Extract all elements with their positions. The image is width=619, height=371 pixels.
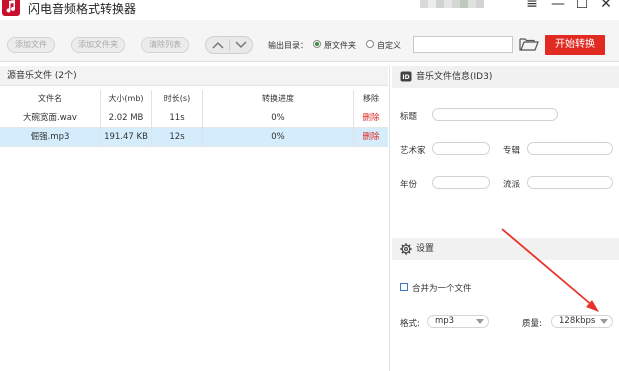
file-size: 2.02 MB xyxy=(108,113,144,123)
column-divider xyxy=(202,90,203,147)
panel-divider xyxy=(389,66,390,371)
blurred-pixel xyxy=(468,0,476,8)
radio-custom-folder-label[interactable]: 自定义 xyxy=(377,40,401,51)
file-duration: 12s xyxy=(169,132,185,142)
toolbar: 添加文件 添加文件夹 清除列表 输出目录： 原文件夹 自定义 开始转换 xyxy=(0,20,619,62)
close-button[interactable]: ✕ xyxy=(596,0,616,12)
artist-field[interactable] xyxy=(432,142,490,155)
blurred-pixel xyxy=(444,0,452,8)
radio-custom-folder[interactable] xyxy=(366,40,374,48)
format-label: 格式: xyxy=(400,319,420,329)
id3-section-header: ID 音乐文件信息(ID3) xyxy=(392,66,619,88)
genre-label: 流派 xyxy=(503,180,521,190)
quality-select[interactable]: 128kbps xyxy=(551,315,613,328)
radio-original-folder[interactable] xyxy=(313,40,321,48)
table-row[interactable]: 倔强.mp3 191.47 KB 12s 0% 删除 xyxy=(0,128,388,147)
file-size: 191.47 KB xyxy=(104,132,148,142)
app-logo-icon xyxy=(2,0,20,16)
blurred-pixel xyxy=(428,0,436,8)
column-divider xyxy=(151,90,152,147)
column-header-size: 大小(mb) xyxy=(108,94,144,103)
delete-link[interactable]: 删除 xyxy=(354,109,388,128)
menu-icon[interactable]: ≡ xyxy=(522,0,542,12)
app-title: 闪电音频格式转换器 xyxy=(28,2,137,16)
quality-label: 质量: xyxy=(522,319,542,329)
minimize-button[interactable]: — xyxy=(548,0,568,12)
column-header-progress: 转换进度 xyxy=(262,94,294,103)
file-name: 倔强.mp3 xyxy=(30,132,70,142)
output-dir-label: 输出目录： xyxy=(268,41,308,50)
start-convert-button[interactable]: 开始转换 xyxy=(545,35,605,55)
column-header-duration: 时长(s) xyxy=(163,94,191,103)
maximize-button[interactable]: ☐ xyxy=(572,0,592,12)
add-file-button[interactable]: 添加文件 xyxy=(7,37,55,53)
blurred-pixel xyxy=(436,0,444,8)
chevron-down-icon xyxy=(600,319,608,324)
format-value: mp3 xyxy=(435,316,455,326)
blurred-pixel xyxy=(420,0,428,8)
radio-original-folder-label[interactable]: 原文件夹 xyxy=(324,40,356,51)
settings-section-title: 设置 xyxy=(416,244,435,254)
blurred-pixel xyxy=(476,0,484,8)
id3-icon: ID xyxy=(400,71,412,82)
divider xyxy=(229,39,230,51)
file-progress: 0% xyxy=(271,113,285,123)
year-field[interactable] xyxy=(432,176,490,189)
output-path-input[interactable] xyxy=(413,36,513,53)
file-name: 大碗宽面.wav xyxy=(23,113,77,123)
blurred-pixel xyxy=(452,0,460,8)
title-label: 标题 xyxy=(400,112,418,122)
chevron-down-icon xyxy=(476,319,484,324)
table-row[interactable]: 大碗宽面.wav 2.02 MB 11s 0% 删除 xyxy=(0,109,388,128)
merge-label[interactable]: 合并为一个文件 xyxy=(412,282,472,294)
add-folder-button[interactable]: 添加文件夹 xyxy=(71,37,125,53)
quality-value: 128kbps xyxy=(559,316,596,326)
folder-open-icon[interactable] xyxy=(519,37,539,51)
album-field[interactable] xyxy=(527,142,613,155)
file-progress: 0% xyxy=(271,132,285,142)
title-bar: 闪电音频格式转换器 ≡ — ☐ ✕ xyxy=(0,0,619,20)
artist-label: 艺术家 xyxy=(400,146,426,156)
blurred-pixel xyxy=(460,0,468,8)
column-header-filename: 文件名 xyxy=(38,94,62,103)
move-up-icon[interactable] xyxy=(212,40,224,50)
merge-checkbox[interactable] xyxy=(400,283,408,291)
year-label: 年份 xyxy=(400,180,418,190)
column-header-remove: 移除 xyxy=(363,94,379,103)
svg-text:ID: ID xyxy=(402,74,409,81)
delete-link[interactable]: 删除 xyxy=(354,128,388,147)
file-list-header: 源音乐文件 (2个) xyxy=(0,66,388,86)
gear-icon xyxy=(400,243,412,255)
album-label: 专辑 xyxy=(503,146,521,156)
column-divider xyxy=(353,90,354,147)
column-divider xyxy=(100,90,101,147)
format-select[interactable]: mp3 xyxy=(427,315,489,328)
id3-section-title: 音乐文件信息(ID3) xyxy=(416,72,493,82)
genre-field[interactable] xyxy=(527,176,613,189)
clear-list-button[interactable]: 清除列表 xyxy=(141,37,189,53)
move-down-icon[interactable] xyxy=(235,40,247,50)
file-duration: 11s xyxy=(169,113,185,123)
settings-section-header: 设置 xyxy=(392,238,619,260)
move-buttons xyxy=(205,36,253,54)
title-field[interactable] xyxy=(432,108,558,121)
